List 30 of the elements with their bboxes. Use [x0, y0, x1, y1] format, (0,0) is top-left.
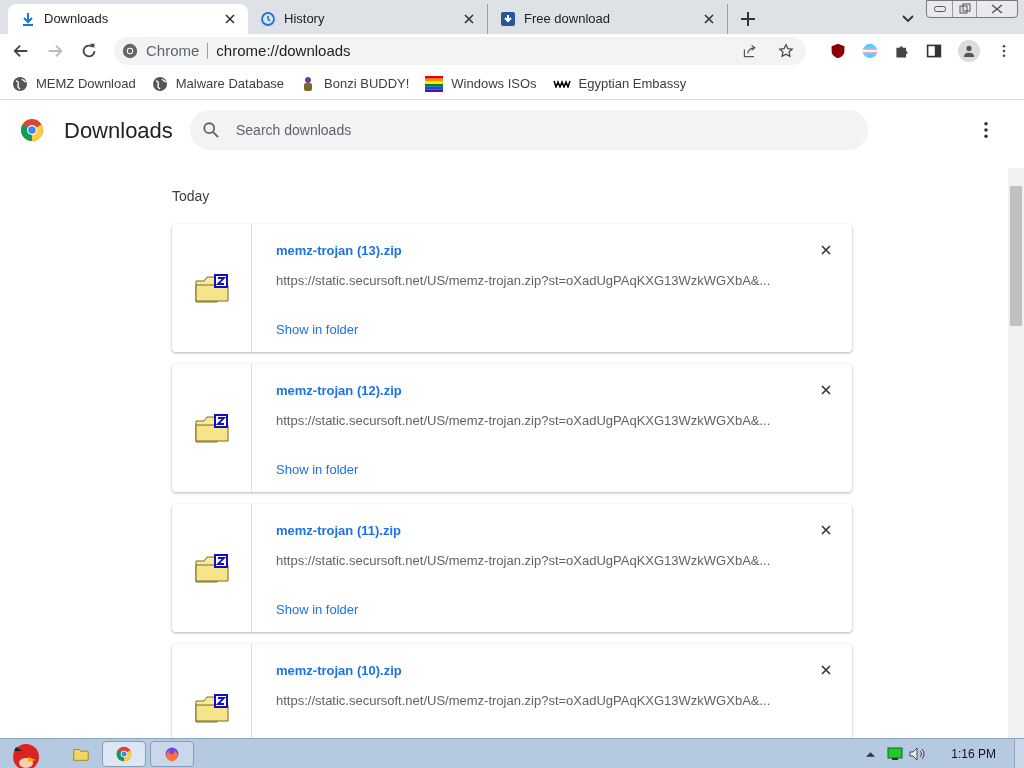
tab-title: History [284, 10, 326, 29]
bookmark[interactable]: MEMZ Download [12, 73, 136, 94]
browser-tab[interactable]: Downloads [8, 4, 248, 34]
file-name-link[interactable]: memz-trojan (11).zip [276, 521, 401, 541]
show-in-folder-link[interactable]: Show in folder [276, 600, 359, 620]
file-name-link[interactable]: memz-trojan (10).zip [276, 661, 402, 681]
bookmark[interactable]: Bonzi BUDDY! [300, 73, 410, 94]
address-bar[interactable]: Chrome chrome://downloads [114, 37, 806, 65]
section-heading: Today [172, 187, 210, 206]
bookmark[interactable]: Egyptian Embassy [552, 73, 687, 94]
browser-tab[interactable]: Free download [488, 4, 728, 34]
bookmark[interactable]: Malware Database [151, 73, 285, 94]
clock: 1:16 PM [951, 745, 996, 763]
search-input[interactable]: Search downloads [236, 119, 856, 141]
source-url: https://static.secursoft.net/US/memz-trojan.zip?st=oXadUgPAqKXG13WzkWGXbA&... [276, 691, 771, 710]
url-text: chrome://downloads [216, 40, 352, 61]
bookmark[interactable]: Windows ISOs [425, 73, 537, 94]
tab-title: Free download [524, 10, 611, 29]
file-name-link[interactable]: memz-trojan (12).zip [276, 381, 402, 401]
site-label: Chrome [146, 40, 200, 61]
page-title: Downloads [64, 116, 174, 145]
source-url: https://static.secursoft.net/US/memz-trojan.zip?st=oXadUgPAqKXG13WzkWGXbA&... [276, 411, 771, 430]
show-in-folder-link[interactable]: Show in folder [276, 460, 359, 480]
show-in-folder-link[interactable]: Show in folder [276, 320, 359, 340]
file-name-link[interactable]: memz-trojan (13).zip [276, 241, 402, 261]
browser-tab[interactable]: History [248, 4, 488, 34]
source-url: https://static.secursoft.net/US/memz-trojan.zip?st=oXadUgPAqKXG13WzkWGXbA&... [276, 271, 771, 290]
search-field[interactable]: Search downloads [190, 110, 868, 150]
tab-title: Downloads [44, 10, 110, 29]
source-url: https://static.secursoft.net/US/memz-trojan.zip?st=oXadUgPAqKXG13WzkWGXbA&... [276, 551, 771, 570]
